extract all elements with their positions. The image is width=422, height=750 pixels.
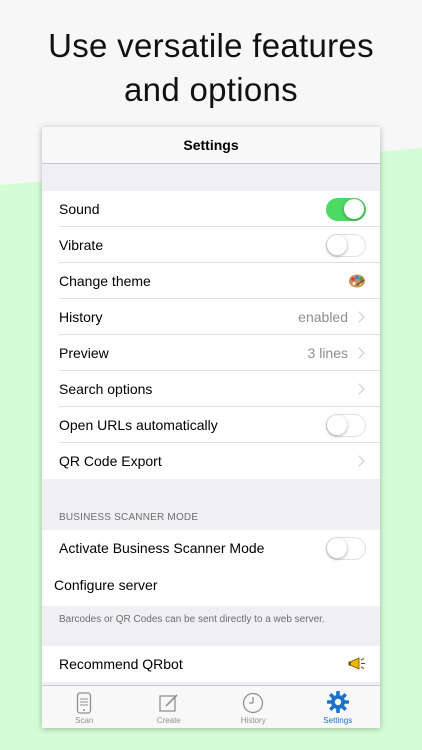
tab-label: Settings bbox=[323, 716, 353, 725]
setting-qr-export[interactable]: QR Code Export bbox=[42, 443, 380, 479]
clock-icon bbox=[243, 692, 264, 714]
recommend-label: Recommend QRbot bbox=[59, 656, 183, 672]
open-urls-toggle[interactable] bbox=[326, 413, 366, 437]
setting-change-theme[interactable]: Change theme bbox=[42, 263, 380, 299]
configure-server-label: Configure server bbox=[54, 577, 158, 593]
promo-headline: Use versatile features and options bbox=[0, 24, 422, 112]
setting-label: Search options bbox=[59, 381, 153, 397]
tab-scan[interactable]: Scan bbox=[42, 686, 127, 728]
business-section-header: BUSINESS SCANNER MODE bbox=[59, 512, 199, 523]
vibrate-toggle[interactable] bbox=[326, 233, 366, 257]
setting-business-mode[interactable]: Activate Business Scanner Mode bbox=[42, 530, 380, 566]
headline-line-2: and options bbox=[124, 71, 298, 108]
edit-icon bbox=[159, 694, 178, 712]
tab-label: Create bbox=[156, 716, 181, 725]
setting-label: Vibrate bbox=[59, 237, 104, 253]
settings-screen: Settings Sound Vibrate Change theme Hist… bbox=[42, 127, 380, 728]
history-value: enabled bbox=[298, 309, 348, 325]
configure-server-row[interactable]: Configure server bbox=[42, 566, 380, 606]
setting-label: QR Code Export bbox=[59, 453, 162, 469]
tab-history[interactable]: History bbox=[211, 686, 296, 728]
business-footer-note: Barcodes or QR Codes can be sent directl… bbox=[59, 614, 325, 625]
page-title: Settings bbox=[183, 137, 239, 153]
setting-search-options[interactable]: Search options bbox=[42, 371, 380, 407]
setting-history[interactable]: History enabled bbox=[42, 299, 380, 335]
recommend-group: Recommend QRbot bbox=[42, 646, 380, 682]
business-mode-toggle[interactable] bbox=[326, 536, 366, 560]
chevron-right-icon bbox=[353, 455, 365, 467]
phone-scan-icon bbox=[77, 692, 92, 714]
tab-label: History bbox=[240, 716, 266, 725]
setting-sound[interactable]: Sound bbox=[42, 191, 380, 227]
setting-label: Activate Business Scanner Mode bbox=[59, 540, 265, 556]
setting-preview[interactable]: Preview 3 lines bbox=[42, 335, 380, 371]
chevron-right-icon bbox=[353, 347, 365, 359]
gear-icon bbox=[326, 691, 349, 713]
preview-value: 3 lines bbox=[307, 345, 348, 361]
chevron-right-icon bbox=[353, 383, 365, 395]
settings-group: Sound Vibrate Change theme History enabl… bbox=[42, 191, 380, 479]
setting-open-urls[interactable]: Open URLs automatically bbox=[42, 407, 380, 443]
megaphone-icon bbox=[348, 657, 365, 670]
tab-settings[interactable]: Settings bbox=[296, 686, 381, 728]
tab-create[interactable]: Create bbox=[127, 686, 212, 728]
chevron-right-icon bbox=[353, 311, 365, 323]
setting-label: Open URLs automatically bbox=[59, 417, 218, 433]
setting-label: History bbox=[59, 309, 103, 325]
sound-toggle[interactable] bbox=[326, 197, 366, 221]
setting-label: Preview bbox=[59, 345, 109, 361]
setting-label: Sound bbox=[59, 201, 100, 217]
tab-label: Scan bbox=[75, 716, 94, 725]
setting-label: Change theme bbox=[59, 273, 151, 289]
tab-bar: Scan Create History Settings bbox=[42, 685, 380, 728]
headline-line-1: Use versatile features bbox=[48, 27, 374, 64]
palette-icon bbox=[349, 274, 365, 288]
nav-bar: Settings bbox=[42, 127, 380, 164]
business-group: Activate Business Scanner Mode Configure… bbox=[42, 530, 380, 606]
setting-vibrate[interactable]: Vibrate bbox=[42, 227, 380, 263]
recommend-row[interactable]: Recommend QRbot bbox=[42, 646, 380, 682]
